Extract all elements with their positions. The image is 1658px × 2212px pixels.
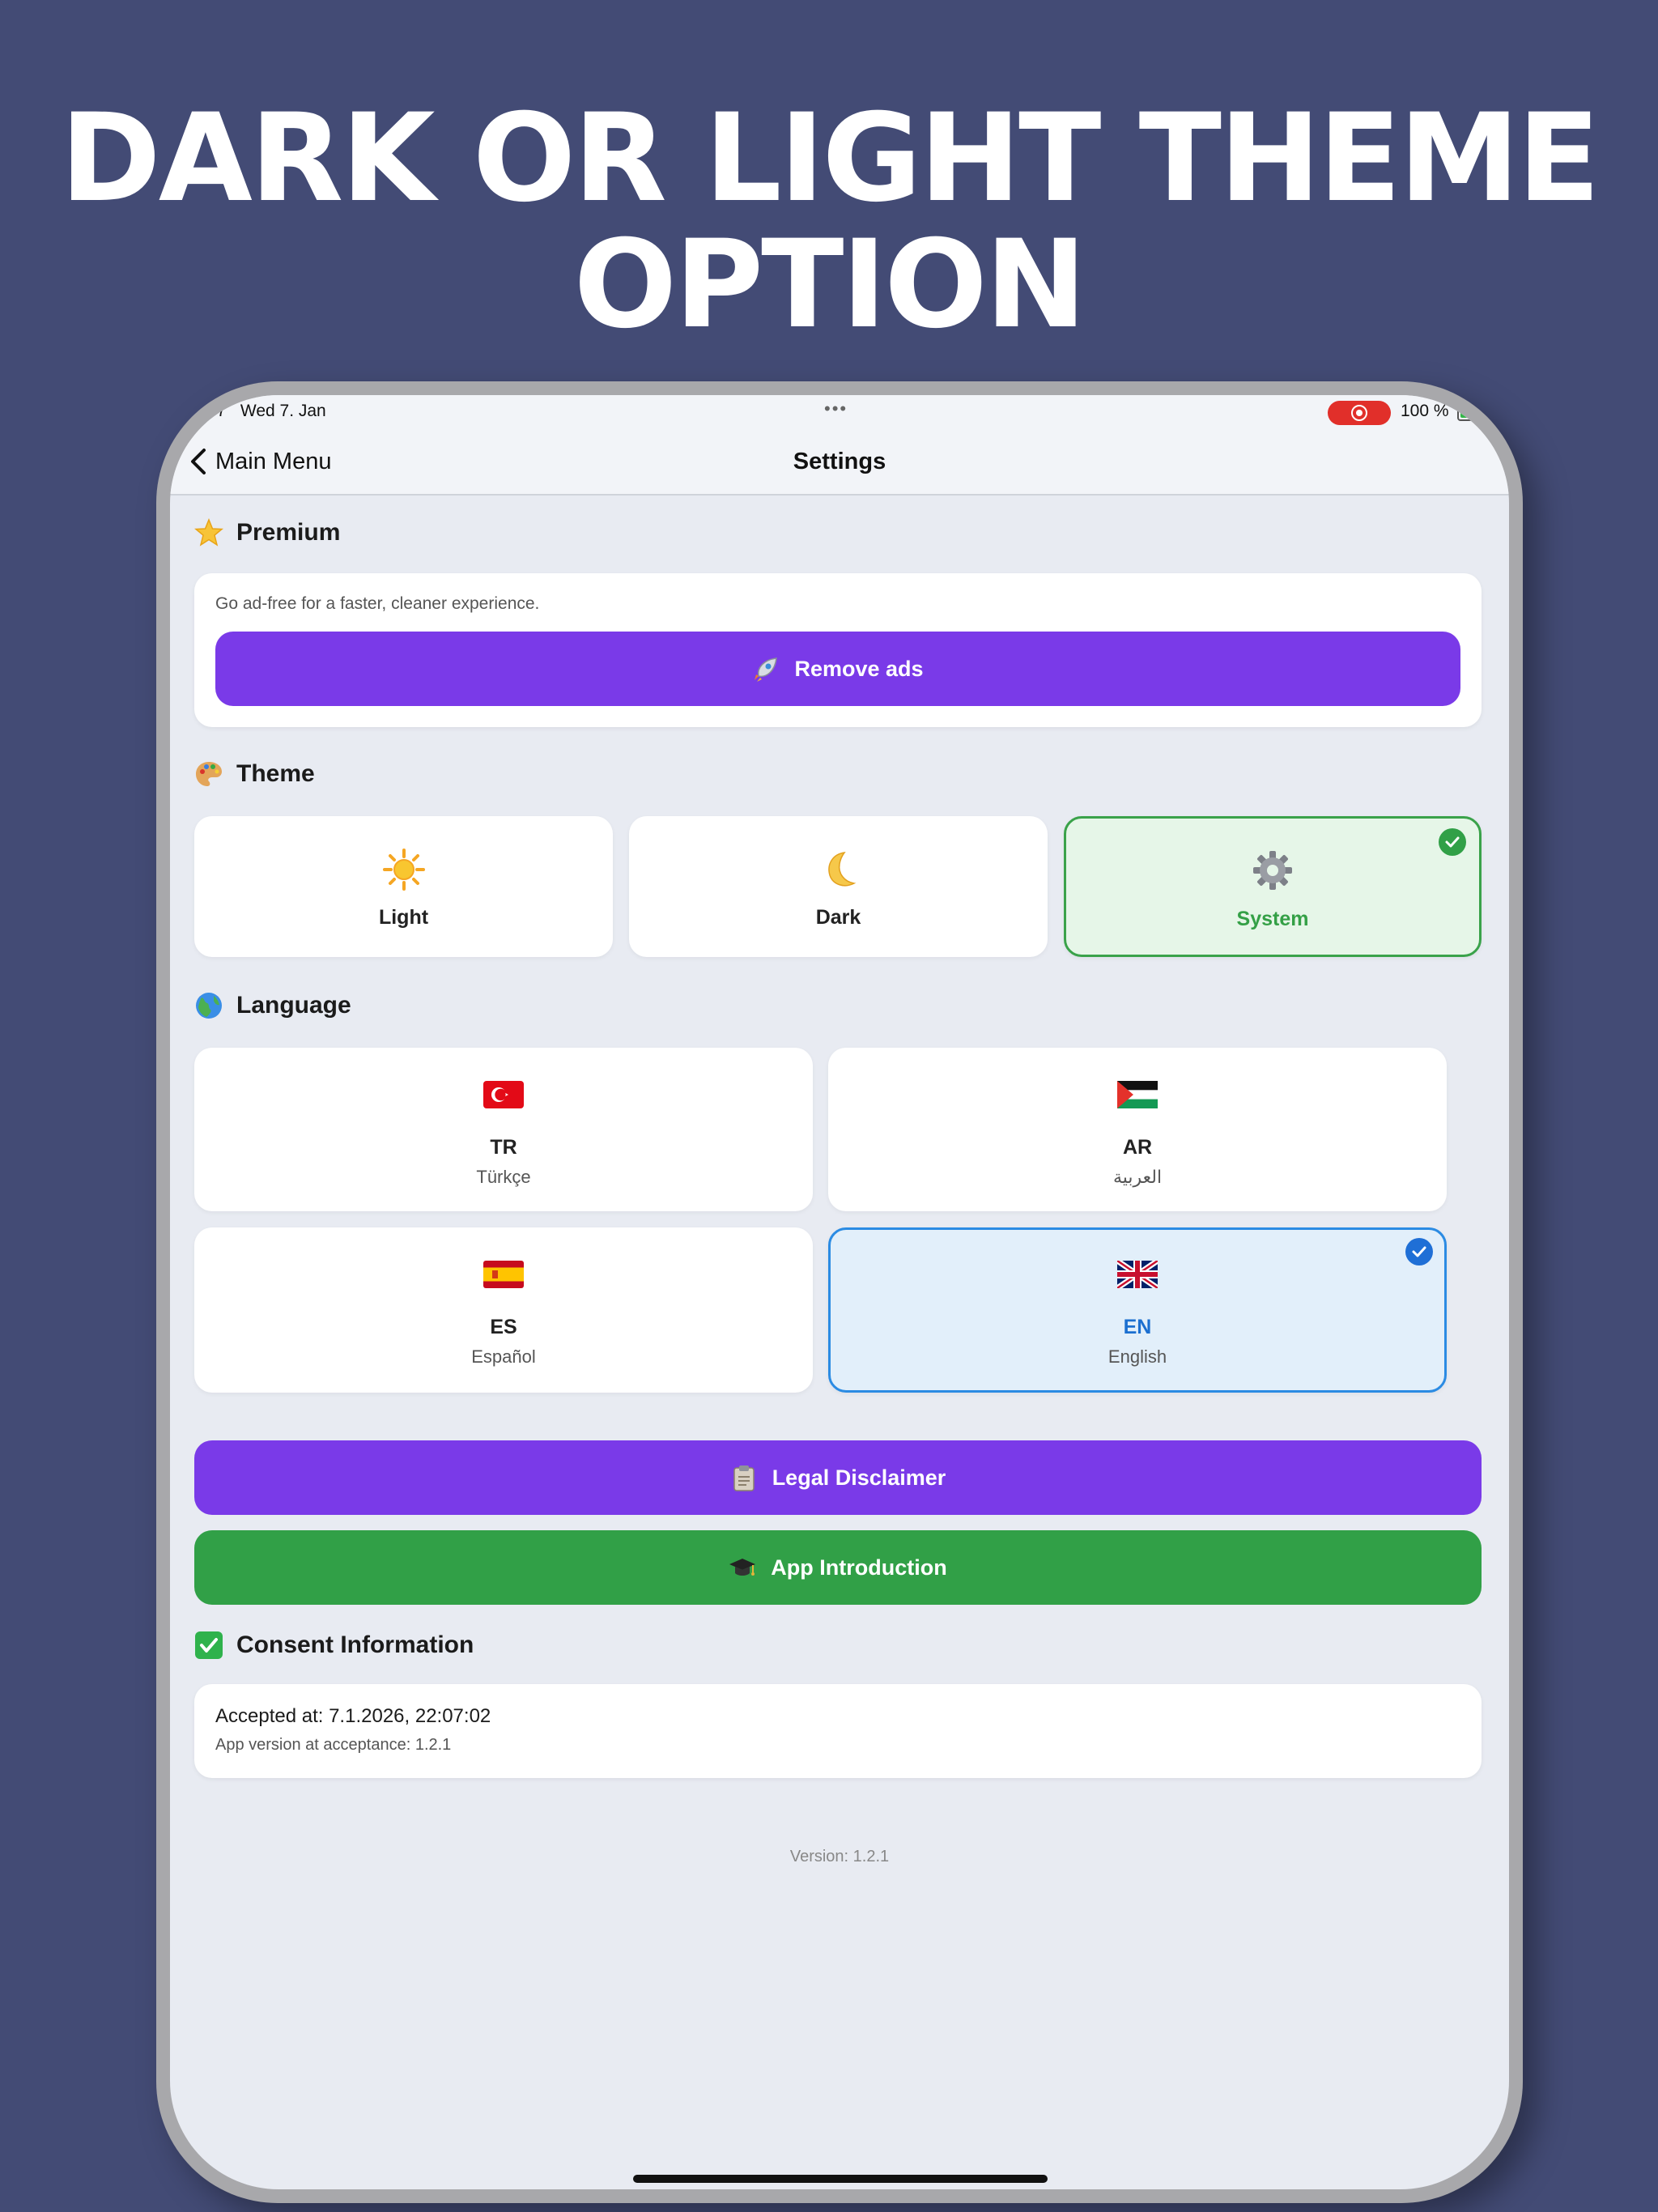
language-code-tr: TR — [490, 1136, 517, 1159]
theme-heading: Theme — [194, 759, 315, 789]
language-option-ar[interactable]: AR العربية — [828, 1048, 1447, 1211]
legal-disclaimer-button[interactable]: Legal Disclaimer — [194, 1440, 1482, 1515]
consent-app-version: App version at acceptance: 1.2.1 — [215, 1736, 452, 1754]
app-introduction-button[interactable]: App Introduction — [194, 1530, 1482, 1605]
star-icon — [194, 518, 223, 547]
consent-accepted-at: Accepted at: 7.1.2026, 22:07:02 — [215, 1705, 491, 1727]
navigation-bar: Main Menu Settings — [170, 429, 1509, 496]
checkmark-icon — [1405, 1238, 1433, 1266]
language-name-ar: العربية — [1112, 1167, 1163, 1187]
uk-flag-icon — [1117, 1261, 1158, 1288]
headline-line-2: OPTION — [573, 215, 1087, 355]
palette-icon — [196, 762, 222, 786]
battery-percentage: 100 % — [1401, 402, 1449, 420]
language-code-ar: AR — [1122, 1136, 1153, 1159]
spain-flag-icon — [483, 1261, 524, 1288]
theme-label-dark: Dark — [815, 906, 861, 929]
language-code-en: EN — [1123, 1316, 1152, 1338]
premium-card: Go ad-free for a faster, cleaner experie… — [194, 573, 1482, 727]
theme-option-system[interactable]: System — [1064, 816, 1482, 957]
graduation-cap-icon — [729, 1559, 756, 1576]
globe-icon — [196, 993, 222, 1019]
sun-icon — [382, 849, 425, 891]
remove-ads-label: Remove ads — [794, 656, 924, 681]
consent-heading: Consent Information — [194, 1631, 474, 1660]
language-option-es[interactable]: ES Español — [194, 1227, 813, 1393]
checkmark-icon — [1439, 828, 1466, 856]
app-version-footer: Version: 1.2.1 — [789, 1848, 890, 1865]
language-name-es: Español — [471, 1346, 536, 1367]
remove-ads-button[interactable]: Remove ads — [215, 632, 1460, 706]
gear-icon — [1253, 851, 1292, 890]
status-date: Wed 7. Jan — [240, 402, 326, 420]
battery-icon — [1457, 403, 1483, 421]
page-title: Settings — [793, 449, 886, 474]
screen-recording-icon[interactable] — [1328, 401, 1391, 425]
rocket-icon — [755, 657, 778, 682]
language-name-tr: Türkçe — [476, 1167, 531, 1187]
legal-disclaimer-label: Legal Disclaimer — [772, 1465, 946, 1490]
language-code-es: ES — [490, 1316, 517, 1338]
premium-description: Go ad-free for a faster, cleaner experie… — [215, 594, 540, 613]
theme-label-light: Light — [378, 906, 429, 929]
turkey-flag-icon — [483, 1081, 524, 1108]
moon-icon — [827, 851, 856, 887]
theme-label-system: System — [1236, 908, 1309, 930]
status-bar: 07 Wed 7. Jan ••• 100 % — [170, 395, 1509, 429]
tablet-screen: 07 Wed 7. Jan ••• 100 % Main Menu Settin… — [170, 395, 1509, 2189]
check-box-icon — [195, 1631, 223, 1659]
theme-option-dark[interactable]: Dark — [629, 816, 1048, 957]
home-indicator[interactable] — [633, 2175, 1048, 2183]
palestine-flag-icon — [1117, 1081, 1158, 1108]
page-headline: DARK OR LIGHT THEME OPTION — [0, 96, 1658, 348]
app-introduction-label: App Introduction — [771, 1555, 947, 1580]
premium-heading: Premium — [194, 518, 340, 547]
clipboard-icon — [733, 1465, 755, 1491]
multitasking-dots-icon[interactable]: ••• — [824, 398, 848, 419]
language-heading: Language — [194, 991, 351, 1020]
theme-option-light[interactable]: Light — [194, 816, 613, 957]
consent-card: Accepted at: 7.1.2026, 22:07:02 App vers… — [194, 1684, 1482, 1778]
headline-line-1: DARK OR LIGHT THEME — [60, 88, 1600, 229]
language-name-en: English — [1107, 1346, 1167, 1367]
status-time: 07 Wed 7. Jan — [207, 402, 326, 420]
language-option-en[interactable]: EN English — [828, 1227, 1447, 1393]
language-option-tr[interactable]: TR Türkçe — [194, 1048, 813, 1211]
